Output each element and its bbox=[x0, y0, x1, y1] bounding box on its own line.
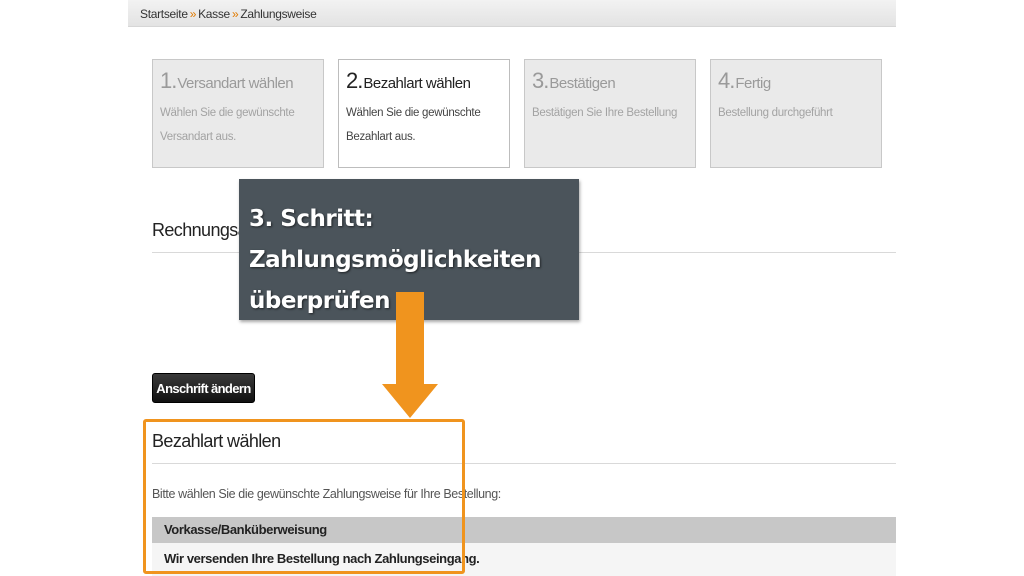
payment-option-description-text: Wir versenden Ihre Bestellung nach Zahlu… bbox=[164, 551, 480, 566]
checkout-step-confirm: 3.Bestätigen Bestätigen Sie Ihre Bestell… bbox=[524, 59, 696, 168]
breadcrumb-checkout-link[interactable]: Kasse bbox=[198, 7, 230, 21]
step-number: 4. bbox=[718, 68, 735, 93]
breadcrumb-separator: » bbox=[189, 7, 197, 21]
step-number: 1. bbox=[160, 68, 177, 93]
payment-option-description: Wir versenden Ihre Bestellung nach Zahlu… bbox=[152, 543, 896, 576]
checkout-step-done: 4.Fertig Bestellung durchgeführt bbox=[710, 59, 882, 168]
billing-address-heading: Rechnungsa bbox=[152, 220, 248, 240]
payment-method-heading: Bezahlart wählen bbox=[152, 431, 281, 451]
breadcrumb-home-link[interactable]: Startseite bbox=[140, 7, 188, 21]
checkout-step-payment: 2.Bezahlart wählen Wählen Sie die gewüns… bbox=[338, 59, 510, 168]
step-description: Wählen Sie die gewünschte Versandart aus… bbox=[160, 107, 295, 143]
payment-option-prepayment[interactable]: Vorkasse/Banküberweisung bbox=[152, 517, 896, 543]
callout-line: 3. Schritt: bbox=[249, 206, 374, 232]
change-address-button[interactable]: Anschrift ändern bbox=[152, 373, 255, 403]
step-title: Versandart wählen bbox=[177, 75, 294, 92]
step-number: 2. bbox=[346, 68, 363, 93]
down-arrow-icon bbox=[382, 292, 438, 418]
step-description: Bestätigen Sie Ihre Bestellung bbox=[532, 107, 678, 119]
breadcrumb-bar: Startseite» Kasse» Zahlungsweise bbox=[128, 0, 896, 27]
step-number: 3. bbox=[532, 68, 549, 93]
breadcrumb-current: Zahlungsweise bbox=[240, 7, 317, 21]
payment-hint-text: Bitte wählen Sie die gewünschte Zahlungs… bbox=[152, 487, 501, 501]
breadcrumb-separator: » bbox=[231, 7, 239, 21]
step-title: Bezahlart wählen bbox=[363, 75, 471, 92]
checkout-step-shipping: 1.Versandart wählen Wählen Sie die gewün… bbox=[152, 59, 324, 168]
payment-divider bbox=[152, 463, 896, 464]
breadcrumb: Startseite» Kasse» Zahlungsweise bbox=[140, 7, 317, 21]
callout-line: Zahlungsmöglichkeiten bbox=[249, 247, 542, 273]
payment-option-label[interactable]: Vorkasse/Banküberweisung bbox=[164, 522, 327, 537]
step-title: Bestätigen bbox=[549, 75, 616, 92]
step-title: Fertig bbox=[735, 75, 771, 92]
step-description: Wählen Sie die gewünschte Bezahlart aus. bbox=[346, 107, 481, 143]
step-description: Bestellung durchgeführt bbox=[718, 107, 833, 119]
